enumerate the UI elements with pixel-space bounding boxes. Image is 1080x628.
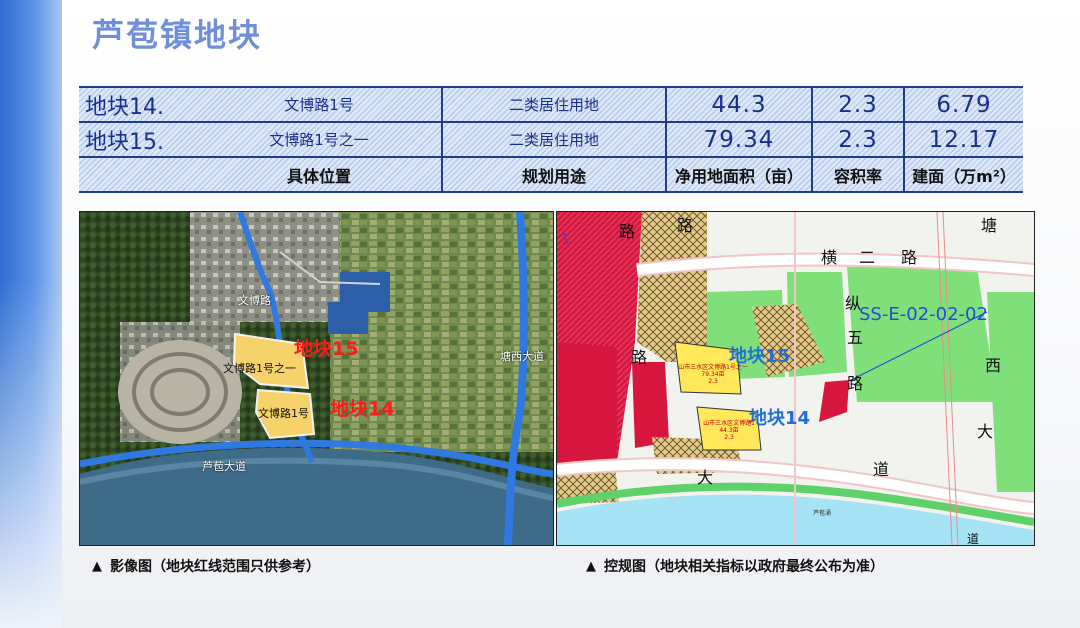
triangle-icon: ▲	[92, 558, 102, 574]
triangle-icon: ▲	[586, 558, 596, 574]
plot14-address-label: 文博路1号	[258, 407, 309, 420]
table-cell-area: 79.34	[703, 126, 775, 153]
table-row-id: 地块15.	[85, 129, 164, 155]
zone-code-label: SS-E-02-02-02	[859, 304, 988, 325]
table-cell-gfa: 6.79	[936, 91, 992, 118]
road-label-wenbo: 文博路	[238, 294, 271, 307]
page-title: 芦苞镇地块	[92, 16, 263, 54]
plot14-label: 地块14	[330, 398, 395, 420]
plot-table: 地块14. 文博路1号 二类居住用地 44.3 2.3 6.79 地块15. 文…	[79, 86, 1023, 193]
table-cell-use: 二类居住用地	[508, 96, 599, 114]
plot15-label: 地块15	[294, 338, 359, 360]
road-char: 路	[677, 216, 694, 235]
table-cell-location: 文博路1号之一	[269, 131, 369, 149]
plot15-address-label: 文博路1号之一	[223, 362, 296, 375]
table-cell-far: 2.3	[838, 126, 878, 153]
corner-number: 1	[561, 232, 570, 248]
road-char: 横	[821, 248, 838, 267]
table-header-far: 容积率	[833, 166, 882, 186]
zoning-map: 1 路 路 横 二 路 塘 纵 五 路 西 大 路 大 道 道 SS-E-02-…	[556, 211, 1035, 546]
road-char: 路	[631, 348, 648, 367]
road-label-lubao: 芦苞大道	[202, 460, 246, 473]
road-char: 路	[847, 374, 864, 393]
table-header-location: 具体位置	[286, 166, 351, 186]
road-char: 路	[901, 248, 918, 267]
table-cell-far: 2.3	[838, 91, 878, 118]
road-char: 道	[967, 532, 980, 546]
plot15-map-annotation: 山市三水区文博路1号之一 79.34亩 2.3	[678, 364, 748, 385]
road-char: 五	[847, 328, 864, 347]
table-header-gfa: 建面（万m²）	[912, 166, 1016, 186]
river-label: 芦苞涌	[813, 510, 832, 517]
plot14-map-annotation: 山市三水区文博路1 44.3亩 2.3	[703, 420, 755, 441]
table-cell-location: 文博路1号	[284, 96, 354, 114]
satellite-map: 文博路 文博路1号之一 文博路1号 地块15 地块14 塘西大道 芦苞大道	[79, 211, 554, 546]
table-cell-area: 44.3	[711, 91, 767, 118]
road-char: 大	[977, 422, 994, 441]
sidebar-fade	[0, 280, 62, 628]
road-char: 大	[697, 468, 714, 487]
satellite-map-caption: ▲ 影像图（地块红线范围只供参考）	[92, 558, 320, 576]
road-char: 塘	[981, 216, 998, 235]
road-char: 二	[859, 248, 876, 267]
zoning-map-caption: ▲ 控规图（地块相关指标以政府最终公布为准）	[586, 558, 884, 576]
road-char: 西	[985, 356, 1002, 375]
table-header-use: 规划用途	[521, 166, 586, 186]
table-cell-use: 二类居住用地	[508, 131, 599, 149]
road-char: 道	[873, 460, 890, 479]
table-cell-gfa: 12.17	[928, 126, 1000, 153]
road-char: 路	[619, 222, 636, 241]
table-header-area: 净用地面积（亩）	[674, 166, 803, 186]
table-row-id: 地块14.	[85, 94, 164, 120]
road-label-tangxi: 塘西大道	[500, 350, 544, 363]
